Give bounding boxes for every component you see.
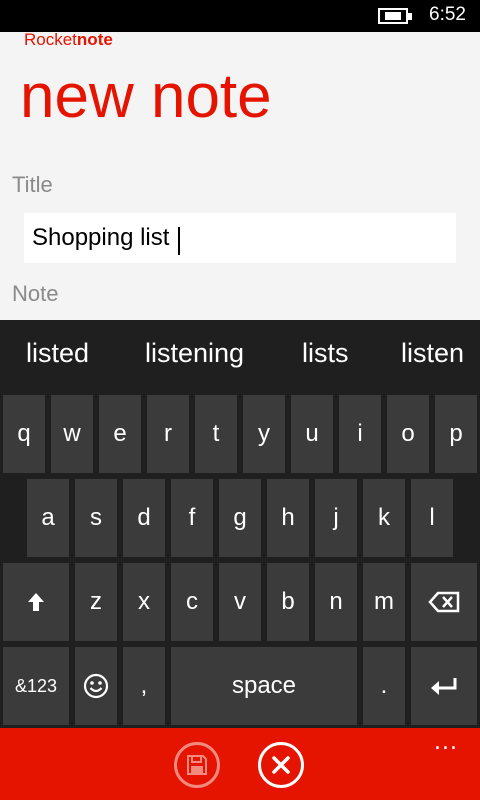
key-q[interactable]: q	[3, 395, 45, 473]
key-label: i	[357, 420, 363, 447]
key-label: space	[231, 672, 297, 699]
key-f[interactable]: f	[171, 479, 213, 557]
key-label: z	[90, 588, 102, 615]
key-o[interactable]: o	[387, 395, 429, 473]
key-label: c	[186, 588, 198, 615]
key-r[interactable]: r	[147, 395, 189, 473]
key-label: j	[333, 504, 339, 531]
key-y[interactable]: y	[243, 395, 285, 473]
key-x[interactable]: x	[123, 563, 165, 641]
key-t[interactable]: t	[195, 395, 237, 473]
key-label: b	[281, 588, 295, 615]
key-e[interactable]: e	[99, 395, 141, 473]
key-label: w	[63, 420, 81, 447]
shift-key[interactable]	[3, 563, 69, 641]
key-label: f	[188, 504, 196, 531]
key-a[interactable]: a	[27, 479, 69, 557]
key-label: u	[305, 420, 319, 447]
key-v[interactable]: v	[219, 563, 261, 641]
key-label: a	[41, 504, 55, 531]
text-caret	[178, 227, 180, 255]
enter-arrow-icon	[431, 678, 457, 695]
on-screen-keyboard: q w e r t y u i o p a s d f g h j k l z …	[0, 390, 480, 728]
key-label: l	[429, 504, 435, 531]
suggestion-item[interactable]: listening	[145, 338, 244, 369]
key-label: &123	[14, 675, 58, 696]
key-h[interactable]: h	[267, 479, 309, 557]
suggestion-item[interactable]: listen	[401, 338, 464, 369]
enter-key[interactable]	[411, 647, 477, 725]
app-bar: ...	[0, 728, 480, 800]
key-label: .	[380, 672, 388, 699]
key-s[interactable]: s	[75, 479, 117, 557]
key-label: n	[329, 588, 343, 615]
key-p[interactable]: p	[435, 395, 477, 473]
cancel-button[interactable]	[258, 742, 304, 788]
backspace-icon	[428, 591, 460, 613]
key-label: d	[137, 504, 151, 531]
key-m[interactable]: m	[363, 563, 405, 641]
key-g[interactable]: g	[219, 479, 261, 557]
key-label: t	[212, 420, 220, 447]
close-icon	[272, 756, 290, 774]
key-label: s	[90, 504, 102, 531]
key-label: ,	[140, 672, 148, 699]
period-key[interactable]: .	[363, 647, 405, 725]
app-name: Rocketnote	[24, 30, 113, 50]
key-b[interactable]: b	[267, 563, 309, 641]
key-label: x	[138, 588, 150, 615]
key-label: o	[401, 420, 415, 447]
key-z[interactable]: z	[75, 563, 117, 641]
status-time: 6:52	[429, 4, 466, 25]
key-label: m	[374, 588, 394, 615]
key-w[interactable]: w	[51, 395, 93, 473]
app-name-prefix: Rocket	[24, 30, 77, 49]
key-j[interactable]: j	[315, 479, 357, 557]
key-u[interactable]: u	[291, 395, 333, 473]
key-label: h	[281, 504, 295, 531]
comma-key[interactable]: ,	[123, 647, 165, 725]
key-d[interactable]: d	[123, 479, 165, 557]
key-c[interactable]: c	[171, 563, 213, 641]
suggestion-item[interactable]: listed	[26, 338, 89, 369]
word-suggestions: listed listening lists listen	[0, 320, 480, 390]
status-bar: 6:52	[0, 0, 480, 32]
page-title: new note	[20, 62, 272, 131]
emoji-key[interactable]	[75, 647, 117, 725]
backspace-key[interactable]	[411, 563, 477, 641]
key-label: r	[164, 420, 172, 447]
shift-arrow-icon	[28, 593, 44, 611]
title-label: Title	[12, 172, 53, 197]
key-label: v	[234, 588, 246, 615]
title-input[interactable]	[24, 213, 456, 263]
key-n[interactable]: n	[315, 563, 357, 641]
key-i[interactable]: i	[339, 395, 381, 473]
more-options-button[interactable]: ...	[434, 730, 458, 755]
space-key[interactable]: space	[171, 647, 357, 725]
save-button[interactable]	[174, 742, 220, 788]
note-label: Note	[12, 281, 59, 306]
battery-charging-icon	[378, 8, 412, 24]
key-label: g	[233, 504, 247, 531]
save-icon	[187, 755, 207, 775]
key-label: q	[17, 420, 31, 447]
symbols-key[interactable]: &123	[3, 647, 69, 725]
app-name-suffix: note	[76, 30, 113, 49]
key-label: k	[378, 504, 390, 531]
smiley-icon	[83, 673, 109, 699]
key-label: e	[113, 420, 127, 447]
key-label: p	[449, 420, 463, 447]
key-k[interactable]: k	[363, 479, 405, 557]
key-l[interactable]: l	[411, 479, 453, 557]
suggestion-item[interactable]: lists	[302, 338, 349, 369]
key-label: y	[258, 420, 270, 447]
